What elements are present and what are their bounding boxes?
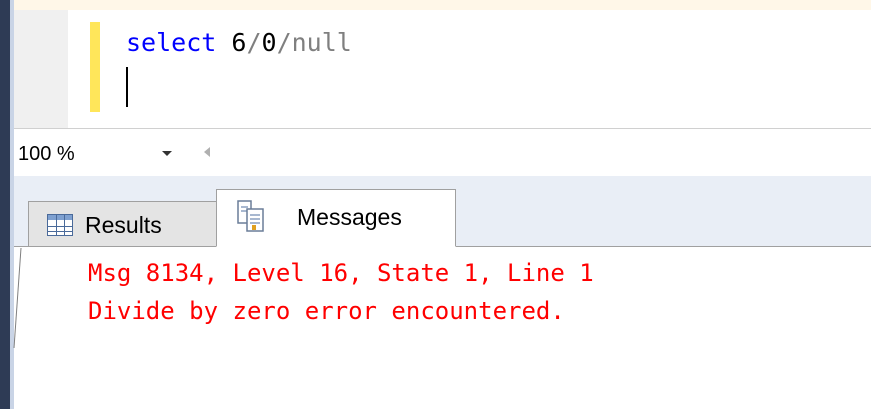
tab-messages[interactable]: Messages (216, 189, 456, 247)
text-caret (126, 67, 128, 107)
scroll-left-arrow-icon[interactable] (204, 147, 210, 157)
results-tab-strip: Results Messages (14, 176, 871, 247)
sql-number: 6 (231, 28, 247, 57)
sql-null-keyword: null (291, 28, 352, 57)
tab-messages-label: Messages (297, 204, 402, 230)
messages-icon (237, 200, 265, 232)
decorative-diagonal-line (13, 248, 22, 348)
query-editor[interactable]: select 6/0/null (14, 10, 871, 128)
zoom-level[interactable]: 100 % (18, 143, 75, 166)
messages-panel[interactable]: Msg 8134, Level 16, State 1, Line 1 Divi… (14, 247, 871, 409)
code-line-1[interactable]: select 6/0/null (126, 28, 352, 58)
tab-results[interactable]: Results (28, 201, 228, 247)
error-message-line: Msg 8134, Level 16, State 1, Line 1 (88, 259, 594, 287)
sql-number: 0 (261, 28, 277, 57)
grid-icon (47, 214, 73, 236)
chevron-down-icon[interactable] (162, 151, 172, 156)
sql-operator: / (276, 28, 292, 57)
editor-gutter (14, 10, 68, 128)
tab-results-label: Results (85, 212, 162, 238)
change-indicator-bar (90, 22, 100, 112)
error-message-line: Divide by zero error encountered. (88, 297, 565, 325)
sql-operator: / (246, 28, 262, 57)
zoom-bar: 100 % (14, 128, 871, 177)
sql-keyword: select (126, 28, 217, 57)
